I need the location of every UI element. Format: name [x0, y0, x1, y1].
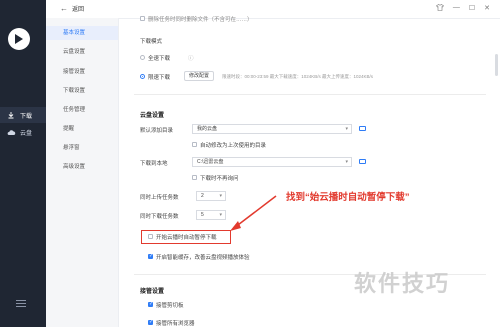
menu-icon[interactable]: [16, 300, 26, 309]
auto-change-dir-label: 自动修改为上次使用的目录: [200, 143, 267, 149]
cloud-section-title: 云盘设置: [140, 113, 165, 119]
upload-tasks-value: 2: [201, 193, 204, 199]
clipboard-label: 接管剪切板: [156, 303, 184, 309]
smart-cache-checkbox[interactable]: [148, 253, 153, 259]
nav-item-takeover[interactable]: 接管设置: [46, 65, 118, 79]
nav-item-reminder[interactable]: 提醒: [46, 122, 118, 136]
nav-item-basic[interactable]: 基本设置: [46, 26, 118, 40]
no-ask-label: 下载时不再询问: [200, 176, 239, 182]
nav-item-floating[interactable]: 悬浮窗: [46, 141, 118, 155]
partial-option-label: 删除任务时同时删除文件（不含可在……）: [148, 17, 253, 23]
window-controls: — ☐ ✕: [435, 4, 490, 13]
smart-cache-label: 开启智能缓存，改善云盘视频播放体验: [156, 255, 250, 261]
annotation-arrow-icon: [230, 195, 277, 231]
no-ask-checkbox[interactable]: [192, 175, 197, 180]
folder-icon[interactable]: [359, 126, 366, 131]
limited-speed-radio[interactable]: [140, 74, 145, 79]
full-speed-radio[interactable]: [140, 55, 145, 60]
watermark-text: 软件技巧: [354, 271, 451, 296]
default-dir-select[interactable]: 我的云盘 ▾: [192, 124, 352, 134]
chevron-down-icon: ▾: [345, 126, 348, 132]
upload-tasks-label: 同时上传任务数: [140, 195, 179, 201]
default-dir-label: 默认添加目录: [140, 128, 174, 134]
all-browsers-checkbox[interactable]: [148, 319, 153, 325]
local-dir-select[interactable]: C:\迅雷云盘 ▾: [192, 157, 352, 167]
download-tasks-label: 同时下载任务数: [140, 214, 179, 220]
local-dir-value: C:\迅雷云盘: [197, 159, 224, 165]
nav-item-tasks[interactable]: 任务管理: [46, 103, 118, 117]
delete-file-checkbox[interactable]: [140, 16, 145, 21]
section-divider: [134, 94, 486, 95]
folder-icon[interactable]: [359, 159, 366, 164]
back-button[interactable]: ← 返回: [60, 4, 84, 13]
app-logo-icon: [8, 28, 30, 50]
limited-speed-label: 限速下载: [148, 75, 171, 81]
default-dir-value: 我的云盘: [197, 126, 218, 132]
local-dir-label: 下载到本地: [140, 161, 168, 167]
chevron-down-icon: ▾: [345, 159, 348, 165]
rail-item-label: 云盘: [20, 130, 33, 137]
auto-pause-label: 开始云播时自动暂停下载: [156, 235, 217, 241]
annotation-text: 找到“始云播时自动暂停下载”: [286, 192, 410, 203]
rail-item-cloud[interactable]: 云盘: [0, 124, 46, 140]
full-speed-label: 全速下载: [148, 56, 171, 62]
shirt-icon[interactable]: [435, 4, 444, 13]
all-browsers-label: 接管所有浏览器: [156, 321, 195, 327]
title-bar: ← 返回 — ☐ ✕: [46, 0, 500, 19]
close-icon[interactable]: ✕: [484, 4, 490, 13]
scrollbar[interactable]: [495, 54, 498, 76]
nav-item-download[interactable]: 下载设置: [46, 84, 118, 98]
cloud-icon: [7, 129, 17, 136]
modify-config-button[interactable]: 修改配置: [184, 71, 215, 81]
nav-item-cloud[interactable]: 云盘设置: [46, 45, 118, 59]
takeover-section-title: 接管设置: [140, 289, 165, 295]
minimize-icon[interactable]: —: [453, 4, 460, 13]
arrow-left-icon: ←: [60, 4, 68, 13]
auto-change-dir-checkbox[interactable]: [192, 142, 197, 147]
auto-pause-checkbox[interactable]: [148, 234, 153, 239]
settings-nav: 基本设置 云盘设置 接管设置 下载设置 任务管理 提醒 悬浮窗 高级设置: [46, 18, 119, 327]
nav-item-advanced[interactable]: 高级设置: [46, 160, 118, 174]
download-mode-label: 下载模式: [140, 39, 163, 45]
rail-item-label: 下载: [20, 113, 33, 120]
back-label: 返回: [72, 7, 85, 13]
download-icon: [7, 111, 17, 119]
maximize-icon[interactable]: ☐: [469, 4, 475, 13]
download-tasks-value: 5: [201, 212, 204, 218]
help-icon[interactable]: ⓘ: [188, 54, 194, 62]
limited-speed-description: 限速时段：00:00-23:59 最大下载速度：1024KB/s 最大上传速度：…: [222, 74, 374, 79]
app-sidebar: 下载 云盘: [0, 0, 46, 327]
rail-item-download[interactable]: 下载: [0, 107, 46, 123]
clipboard-checkbox[interactable]: [148, 301, 153, 307]
